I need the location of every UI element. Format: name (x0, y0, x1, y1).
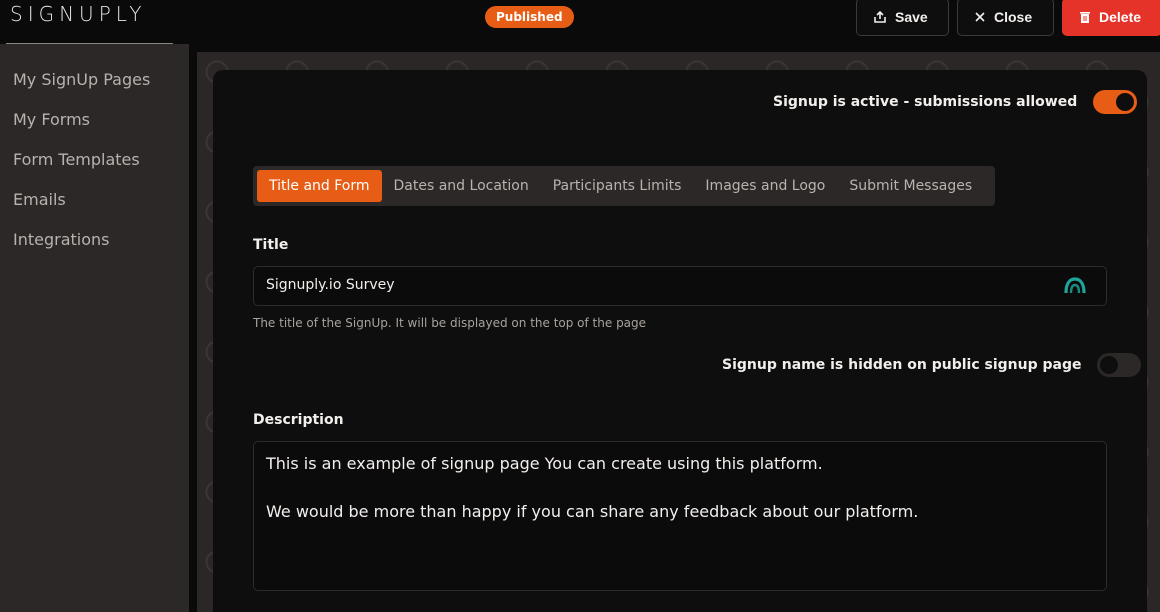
toggle-knob (1100, 356, 1119, 374)
tab-submit-messages[interactable]: Submit Messages (837, 170, 984, 202)
description-label: Description (253, 412, 344, 428)
title-input[interactable] (266, 277, 1046, 293)
description-line: This is an example of signup page You ca… (266, 454, 823, 473)
save-icon (874, 10, 886, 23)
signup-edit-card: Signup is active - submissions allowed T… (213, 70, 1147, 612)
sidebar-item-form-templates[interactable]: Form Templates (13, 148, 150, 188)
password-manager-icon[interactable] (1064, 277, 1086, 295)
sidebar-item-my-forms[interactable]: My Forms (13, 108, 150, 148)
title-field[interactable] (253, 266, 1107, 306)
active-toggle-label: Signup is active - submissions allowed (773, 94, 1078, 110)
form-tabs: Title and Form Dates and Location Partic… (253, 166, 995, 206)
status-badge: Published (485, 6, 574, 28)
active-toggle-row: Signup is active - submissions allowed (773, 90, 1138, 114)
close-icon (975, 12, 985, 22)
save-button-label: Save (895, 9, 928, 25)
description-textarea[interactable]: This is an example of signup page You ca… (253, 441, 1107, 591)
trash-icon (1080, 11, 1090, 23)
description-text: This is an example of signup page You ca… (266, 452, 1086, 524)
close-button-label: Close (994, 9, 1033, 25)
tab-dates-and-location[interactable]: Dates and Location (382, 170, 541, 202)
description-line: We would be more than happy if you can s… (266, 502, 919, 521)
sidebar-item-emails[interactable]: Emails (13, 188, 150, 228)
title-hint: The title of the SignUp. It will be disp… (253, 316, 647, 330)
sidebar-item-my-signup-pages[interactable]: My SignUp Pages (13, 68, 150, 108)
delete-button-label: Delete (1099, 9, 1142, 25)
signup-active-toggle[interactable] (1093, 90, 1138, 114)
hidden-toggle-label: Signup name is hidden on public signup p… (722, 357, 1082, 373)
sidebar-nav: My SignUp Pages My Forms Form Templates … (13, 68, 150, 268)
delete-button[interactable]: Delete (1062, 0, 1160, 36)
tab-participants-limits[interactable]: Participants Limits (541, 170, 694, 202)
logo-divider (6, 43, 173, 44)
sidebar-item-integrations[interactable]: Integrations (13, 228, 150, 268)
toggle-knob (1116, 93, 1135, 111)
title-label: Title (253, 237, 289, 253)
hidden-toggle-row: Signup name is hidden on public signup p… (722, 353, 1142, 377)
sidebar: SIGNUPLY My SignUp Pages My Forms Form T… (0, 0, 189, 612)
close-button[interactable]: Close (957, 0, 1054, 36)
top-bar: Published Save Close Delete (189, 0, 1160, 52)
signup-name-hidden-toggle[interactable] (1097, 353, 1142, 377)
save-button[interactable]: Save (856, 0, 949, 36)
tab-title-and-form[interactable]: Title and Form (257, 170, 382, 202)
app-logo[interactable]: SIGNUPLY (10, 2, 146, 26)
tab-images-and-logo[interactable]: Images and Logo (693, 170, 837, 202)
